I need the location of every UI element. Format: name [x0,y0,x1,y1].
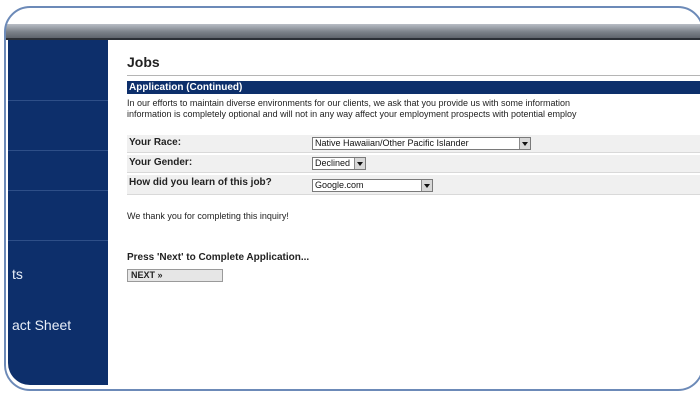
source-value: Google.com [315,180,364,190]
sidebar-divider [8,190,108,191]
gender-select[interactable]: Declined [312,157,366,170]
gender-label: Your Gender: [129,157,193,168]
source-row: How did you learn of this job? Google.co… [127,175,700,195]
top-toolbar [6,24,700,40]
intro-line-1: In our efforts to maintain diverse envir… [127,98,571,108]
chevron-down-icon[interactable] [354,158,365,169]
press-next-instruction: Press 'Next' to Complete Application... [127,252,310,263]
next-button[interactable]: NEXT » [127,269,223,282]
source-label: How did you learn of this job? [129,177,272,188]
race-label: Your Race: [129,137,182,148]
sidebar-divider [8,150,108,151]
gender-row: Your Gender: Declined [127,155,700,173]
race-select[interactable]: Native Hawaiian/Other Pacific Islander [312,137,531,150]
sidebar-divider [8,100,108,101]
section-header: Application (Continued) [127,81,700,94]
race-row: Your Race: Native Hawaiian/Other Pacific… [127,135,700,153]
main-content: Jobs Application (Continued) In our effo… [108,40,700,385]
intro-text: In our efforts to maintain diverse envir… [127,98,700,120]
chevron-down-icon[interactable] [519,138,530,149]
left-sidebar: ts act Sheet [8,40,108,385]
title-divider [127,75,700,76]
browser-frame: ts act Sheet Jobs Application (Continued… [0,0,700,395]
race-value: Native Hawaiian/Other Pacific Islander [315,138,469,148]
sidebar-item-fact-sheet[interactable]: act Sheet [12,317,71,333]
thank-you-text: We thank you for completing this inquiry… [127,211,289,221]
chevron-down-icon[interactable] [421,180,432,191]
intro-line-2: information is completely optional and w… [127,109,577,119]
sidebar-divider [8,240,108,241]
page-title: Jobs [127,54,160,70]
source-select[interactable]: Google.com [312,179,433,192]
gender-value: Declined [315,158,351,168]
sidebar-item-ts[interactable]: ts [12,266,23,282]
